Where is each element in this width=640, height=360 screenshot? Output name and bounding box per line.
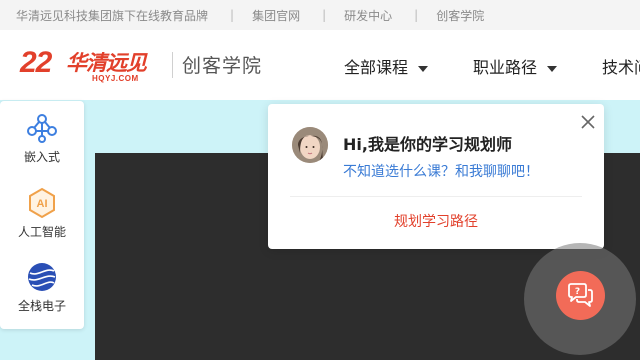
- popup-subtitle[interactable]: 不知道选什么课？和我聊聊吧！: [343, 161, 539, 181]
- category-sidebar: 嵌入式 AI 人工智能 全栈电子: [0, 101, 84, 329]
- popup-divider: [290, 196, 582, 197]
- site-header: 22 华清远见 HQYJ.COM 创客学院 全部课程 职业路径 技术问: [0, 30, 640, 100]
- globe-icon: [28, 263, 56, 291]
- top-utility-bar: 华清远见科技集团旗下在线教育品牌 | 集团官网 | 研发中心 | 创客学院: [0, 0, 640, 30]
- sidebar-item-fullstack-electronics[interactable]: 全栈电子: [0, 261, 84, 314]
- topbar-separator: |: [414, 8, 419, 22]
- plan-learning-path-link[interactable]: 规划学习路径: [268, 211, 604, 231]
- logo-number: 22: [20, 46, 52, 79]
- popup-title: Hi,我是你的学习规划师: [343, 135, 512, 154]
- nav-label: 技术问: [602, 58, 640, 77]
- topbar-link-maker-academy[interactable]: 创客学院: [436, 7, 484, 24]
- nav-tech-qa[interactable]: 技术问: [602, 54, 640, 78]
- nav-career-path[interactable]: 职业路径: [473, 54, 558, 78]
- chevron-down-icon: [547, 65, 558, 72]
- chat-bubble-icon: ?: [568, 283, 593, 307]
- chat-button[interactable]: ?: [556, 271, 605, 320]
- close-icon[interactable]: [580, 114, 596, 130]
- topbar-tagline[interactable]: 华清远见科技集团旗下在线教育品牌: [16, 7, 208, 24]
- sidebar-item-ai[interactable]: AI 人工智能: [0, 187, 84, 240]
- sidebar-item-label: 全栈电子: [17, 299, 66, 313]
- avatar: [292, 127, 328, 163]
- topbar-link-rd-center[interactable]: 研发中心: [344, 7, 392, 24]
- nav-all-courses[interactable]: 全部课程: [344, 54, 429, 78]
- sidebar-item-label: 人工智能: [17, 225, 66, 239]
- sidebar-item-label: 嵌入式: [23, 150, 60, 164]
- nav-label: 全部课程: [344, 58, 409, 77]
- logo-domain: HQYJ.COM: [92, 74, 139, 83]
- topbar-link-group-site[interactable]: 集团官网: [252, 7, 300, 24]
- sidebar-item-embedded[interactable]: 嵌入式: [0, 112, 84, 165]
- nav-label: 职业路径: [473, 58, 538, 77]
- brand-name[interactable]: 创客学院: [182, 51, 262, 78]
- ai-icon: AI: [29, 187, 55, 219]
- embedded-icon: [27, 114, 57, 143]
- topbar-separator: |: [322, 8, 327, 22]
- chevron-down-icon: [418, 65, 429, 72]
- svg-text:?: ?: [575, 287, 580, 297]
- study-planner-popup: Hi,我是你的学习规划师 不知道选什么课？和我聊聊吧！ 规划学习路径: [268, 104, 604, 249]
- logo-wordmark: 华清远见: [66, 51, 147, 75]
- advisor-photo: [292, 127, 328, 163]
- topbar-separator: |: [230, 8, 235, 22]
- svg-text:AI: AI: [37, 198, 48, 210]
- logo-divider: [172, 52, 173, 78]
